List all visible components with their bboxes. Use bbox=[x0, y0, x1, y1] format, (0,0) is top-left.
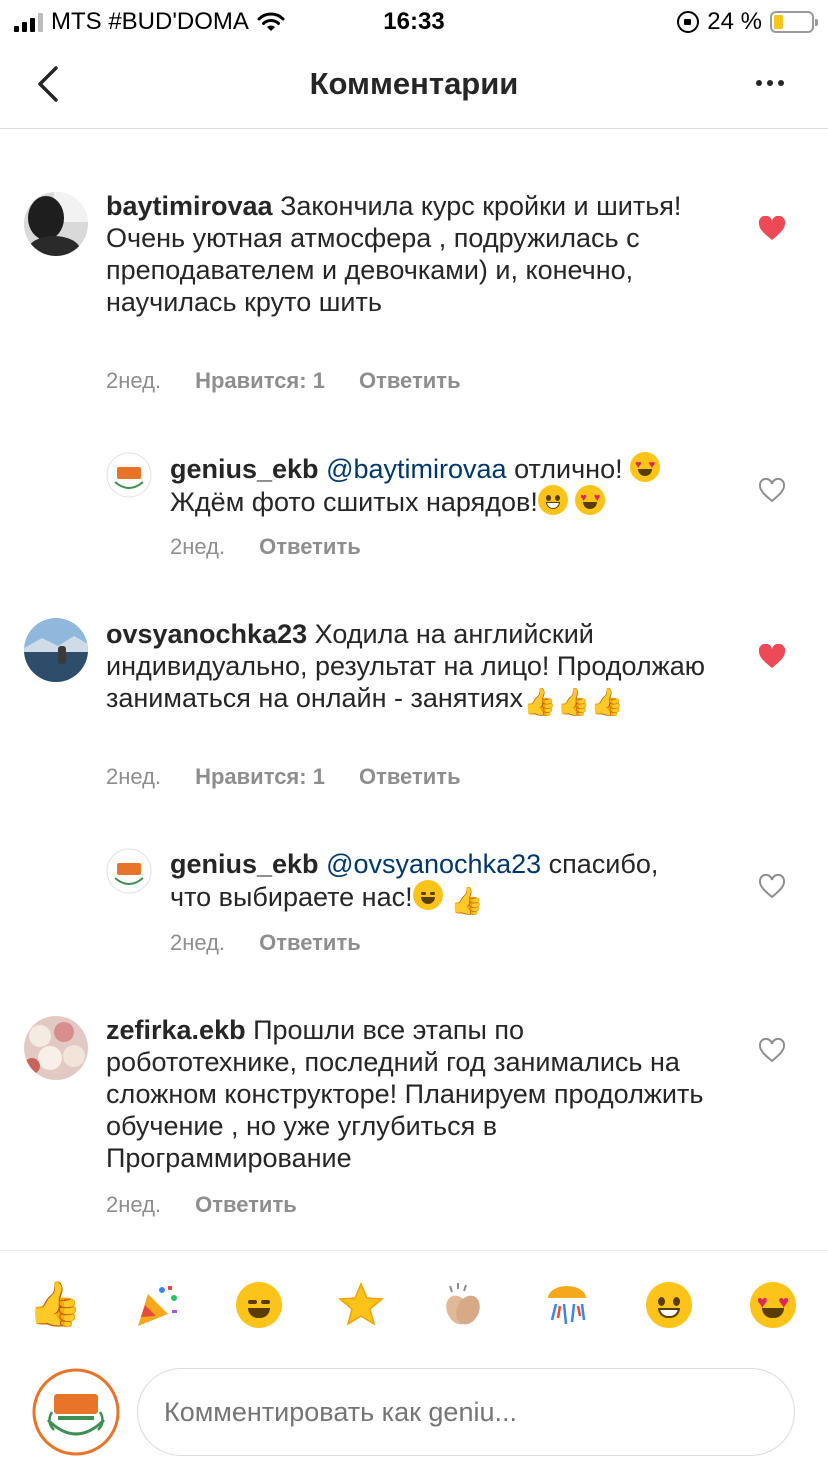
reply-button[interactable]: Ответить bbox=[259, 930, 361, 956]
thumbs-up-icon: 👍 bbox=[27, 1280, 83, 1329]
battery-percent: 24 % bbox=[707, 8, 762, 35]
grinning-face-icon bbox=[537, 485, 568, 515]
glowing-star-icon bbox=[338, 1282, 384, 1326]
comment-input[interactable] bbox=[137, 1368, 795, 1456]
mention-link[interactable]: @baytimirovaa bbox=[326, 454, 506, 484]
heart-eyes-emoji-button[interactable] bbox=[746, 1278, 800, 1332]
clapping-hands-emoji-button[interactable] bbox=[436, 1278, 490, 1332]
comment-username[interactable]: ovsyanochka23 bbox=[106, 619, 307, 649]
comment-meta: 2нед. Нравится: 1 Ответить bbox=[106, 764, 461, 790]
more-options-icon[interactable] bbox=[756, 80, 784, 86]
avatar[interactable] bbox=[106, 452, 152, 498]
status-bar: MTS #BUD'DOMA 16:33 24 % bbox=[0, 0, 828, 44]
confetti-ball-icon bbox=[548, 1286, 586, 1325]
mention-link[interactable]: @ovsyanochka23 bbox=[326, 849, 541, 879]
comment-text: что выбираете нас! bbox=[170, 882, 413, 912]
heart-outline-icon[interactable] bbox=[758, 874, 786, 900]
avatar[interactable] bbox=[24, 1016, 88, 1080]
comment-username[interactable]: genius_ekb bbox=[170, 454, 319, 484]
comment-meta: 2нед. Ответить bbox=[106, 1192, 297, 1218]
smiling-face-emoji-button[interactable] bbox=[232, 1278, 286, 1332]
comment-time: 2нед. bbox=[170, 930, 226, 955]
comment-body: genius_ekb @baytimirovaa отлично! Ждём ф… bbox=[170, 452, 730, 518]
comment-composer bbox=[0, 1366, 828, 1458]
comment-body: ovsyanochka23 Ходила на английский индив… bbox=[106, 618, 716, 717]
likes-count[interactable]: Нравится: 1 bbox=[195, 368, 325, 394]
thumbs-up-icon: 👍 bbox=[450, 886, 484, 916]
emoji-quick-bar: 👍 bbox=[0, 1278, 828, 1338]
comment-meta: 2нед. Ответить bbox=[170, 930, 361, 956]
battery-fill bbox=[774, 15, 783, 29]
comment-time: 2нед. bbox=[106, 368, 162, 393]
reply-button[interactable]: Ответить bbox=[359, 764, 461, 790]
comment-username[interactable]: genius_ekb bbox=[170, 849, 319, 879]
comment-body: genius_ekb @ovsyanochka23 спасибо, что в… bbox=[170, 848, 730, 916]
comment-time: 2нед. bbox=[106, 1192, 162, 1217]
grinning-face-emoji-button[interactable] bbox=[642, 1278, 696, 1332]
comment-text: спасибо, bbox=[548, 849, 659, 879]
likes-count[interactable]: Нравится: 1 bbox=[195, 764, 325, 790]
comment-body: baytimirovaa Закончила курс кройки и шит… bbox=[106, 190, 716, 318]
reply-button[interactable]: Ответить bbox=[259, 534, 361, 560]
user-avatar[interactable] bbox=[32, 1368, 120, 1456]
comment-meta: 2нед. Ответить bbox=[170, 534, 361, 560]
header: Комментарии bbox=[0, 44, 828, 129]
battery-icon bbox=[770, 11, 818, 33]
rotation-lock-icon bbox=[677, 11, 700, 33]
comment-text: отлично! bbox=[514, 454, 623, 484]
glowing-star-emoji-button[interactable] bbox=[334, 1278, 388, 1332]
status-right: 24 % bbox=[677, 8, 818, 36]
reply-button[interactable]: Ответить bbox=[359, 368, 461, 394]
party-popper-icon bbox=[138, 1286, 177, 1326]
heart-outline-icon[interactable] bbox=[758, 478, 786, 504]
page-title: Комментарии bbox=[309, 66, 519, 101]
smiling-face-icon bbox=[412, 880, 443, 910]
avatar[interactable] bbox=[106, 848, 152, 894]
heart-filled-icon[interactable] bbox=[758, 644, 786, 670]
comment-time: 2нед. bbox=[106, 764, 162, 789]
heart-eyes-face-icon bbox=[750, 1282, 796, 1328]
heart-eyes-face-icon bbox=[575, 485, 606, 515]
thumbs-up-icon: 👍 bbox=[590, 687, 624, 717]
divider bbox=[0, 1250, 828, 1251]
avatar[interactable] bbox=[24, 618, 88, 682]
thumbs-up-icon: 👍 bbox=[523, 687, 557, 717]
reply-button[interactable]: Ответить bbox=[195, 1192, 297, 1218]
thumbs-up-emoji-button[interactable]: 👍 bbox=[27, 1278, 83, 1332]
smiling-face-icon bbox=[236, 1282, 282, 1328]
party-popper-emoji-button[interactable] bbox=[130, 1278, 184, 1332]
clapping-hands-icon bbox=[446, 1283, 480, 1325]
comment-body: zefirka.ekb Прошли все этапы по робототе… bbox=[106, 1014, 716, 1174]
comment-username[interactable]: baytimirovaa bbox=[106, 191, 273, 221]
heart-outline-icon[interactable] bbox=[758, 1038, 786, 1064]
grinning-face-icon bbox=[646, 1282, 692, 1328]
avatar[interactable] bbox=[24, 192, 88, 256]
comment-username[interactable]: zefirka.ekb bbox=[106, 1015, 246, 1045]
heart-filled-icon[interactable] bbox=[758, 216, 786, 242]
comment-text: Ждём фото сшитых нарядов! bbox=[170, 487, 538, 517]
confetti-ball-emoji-button[interactable] bbox=[540, 1278, 594, 1332]
thumbs-up-icon: 👍 bbox=[556, 687, 591, 717]
comment-time: 2нед. bbox=[170, 534, 226, 559]
comment-meta: 2нед. Нравится: 1 Ответить bbox=[106, 368, 461, 394]
smiling-face-with-hearts-icon bbox=[630, 452, 661, 482]
